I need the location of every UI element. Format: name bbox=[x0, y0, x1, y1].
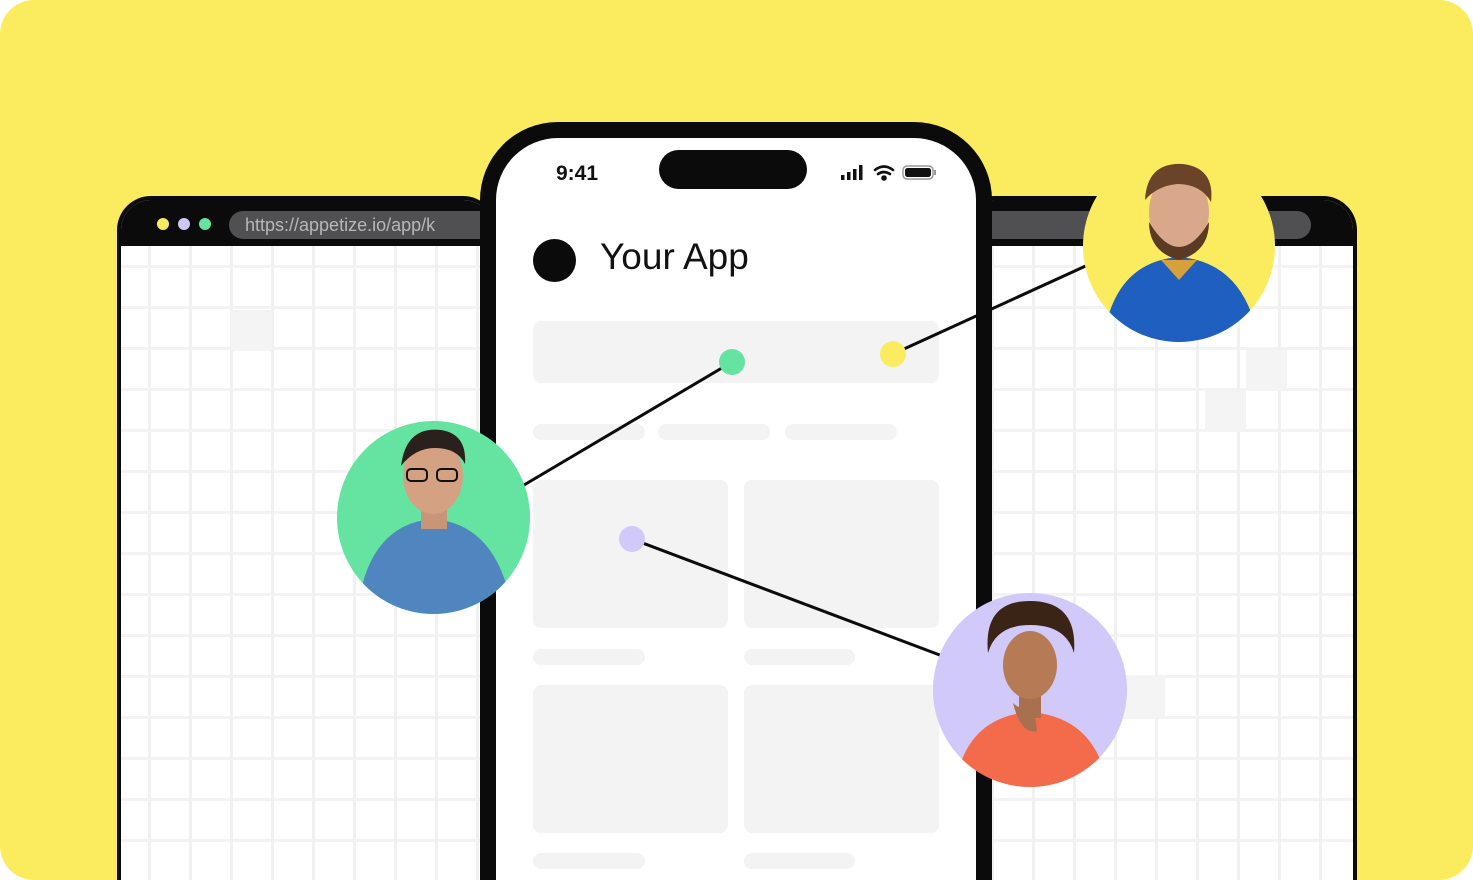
connector-layer bbox=[523, 262, 1091, 659]
connector-line-yellow bbox=[892, 262, 1091, 356]
avatar-man-beard[interactable] bbox=[1083, 150, 1275, 342]
pin-yellow bbox=[880, 341, 906, 367]
person-icon bbox=[1103, 163, 1259, 342]
background: https://appetize.io/app/k 9:41 Your App bbox=[0, 0, 1473, 880]
pin-purple bbox=[619, 526, 645, 552]
connector-line-green bbox=[523, 360, 733, 487]
avatar-man-glasses[interactable] bbox=[337, 421, 530, 614]
connector-line-purple bbox=[631, 537, 946, 659]
pin-green bbox=[719, 349, 745, 375]
person-icon bbox=[357, 429, 513, 614]
person-icon bbox=[955, 601, 1108, 787]
avatar-woman[interactable] bbox=[933, 593, 1127, 787]
